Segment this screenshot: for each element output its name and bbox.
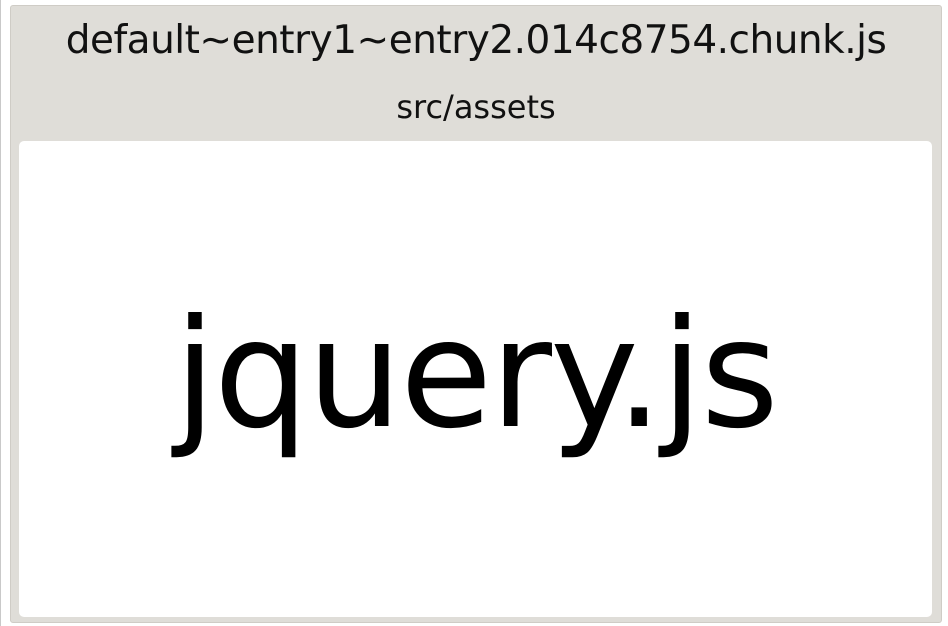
file-label: jquery.js bbox=[174, 288, 779, 462]
chunk-title: default~entry1~entry2.014c8754.chunk.js bbox=[65, 17, 887, 63]
treemap-frame: default~entry1~entry2.014c8754.chunk.js … bbox=[0, 0, 948, 626]
chunk-group[interactable]: default~entry1~entry2.014c8754.chunk.js … bbox=[10, 5, 942, 623]
file-tile[interactable]: jquery.js bbox=[19, 141, 932, 617]
folder-group[interactable]: src/assets jquery.js bbox=[16, 78, 936, 620]
folder-title: src/assets bbox=[396, 88, 556, 126]
